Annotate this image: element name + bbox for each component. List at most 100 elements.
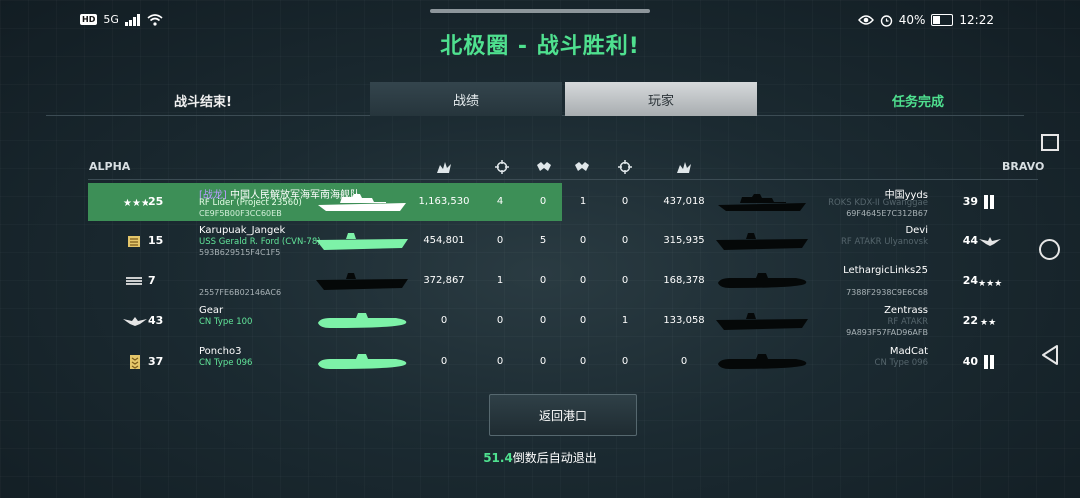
right-ship-name: RF ATAKR Ulyanovsk [841, 237, 928, 247]
left-ship-name: USS Gerald R. Ford (CVN-78) [199, 237, 321, 247]
status-left: HD 5G [80, 13, 163, 26]
tab-bar: 战斗结束! 战绩 玩家 任务完成 [46, 82, 1024, 116]
back-button[interactable] [1040, 344, 1060, 366]
return-to-port-button[interactable]: 返回港口 [489, 394, 637, 436]
left-player-id: 2557FE6B02146AC6 [199, 288, 282, 297]
right-ship-name: ROKS KDX-II Gwanggae [828, 198, 928, 208]
right-level: 39 [962, 195, 978, 208]
player-row[interactable]: 7 2557FE6B02146AC6 372,867 1 0 0 0 168,3… [88, 262, 1038, 300]
defense-crosshair-icon [618, 160, 632, 174]
stat-defense: 0 [621, 356, 629, 367]
mission-complete-label: 任务完成 [891, 95, 944, 110]
damage-icon [437, 162, 451, 173]
left-damage: 0 [440, 315, 448, 326]
left-ship-silhouette [316, 191, 408, 213]
right-player-id: 9A893F57FAD96AFB [846, 328, 928, 337]
left-player-name: Gear [199, 305, 224, 316]
right-ship-silhouette [716, 270, 808, 292]
left-damage: 372,867 [423, 275, 465, 286]
right-ship-silhouette [716, 191, 808, 213]
right-ship-silhouette [716, 351, 808, 373]
stat-assists: 0 [539, 275, 547, 286]
hd-badge: HD [80, 14, 98, 25]
player-row[interactable]: 15 Karupuak_Jangek USS Gerald R. Ford (C… [88, 222, 1038, 260]
rank-stars-icon: ★★★ [978, 279, 1002, 289]
svg-text:★★: ★★ [980, 318, 996, 328]
right-level: 22 [962, 314, 978, 327]
stat-kills: 4 [496, 196, 504, 207]
stat-kills: 0 [496, 235, 504, 246]
left-ship-name: CN Type 096 [199, 358, 253, 368]
header-divider [88, 179, 1038, 180]
stat-defense: 0 [621, 196, 629, 207]
right-player-name: LethargicLinks25 [843, 265, 928, 276]
capture-icon [575, 162, 589, 171]
page-title: 北极圈 - 战斗胜利! [440, 34, 640, 59]
rank-stars-icon: ★★★ [123, 198, 148, 209]
stat-kills: 0 [496, 356, 504, 367]
left-player-name: Poncho3 [199, 346, 242, 357]
left-ship-name: CN Type 100 [199, 317, 253, 327]
right-ship-name: CN Type 096 [874, 358, 928, 368]
left-ship-silhouette [316, 230, 408, 252]
signal-icon [124, 13, 140, 26]
right-damage: 437,018 [663, 196, 705, 207]
recents-button[interactable] [1041, 134, 1059, 151]
stat-assists: 0 [539, 196, 547, 207]
left-ship-silhouette [316, 270, 408, 292]
rank-bars-icon [984, 195, 994, 209]
left-damage: 0 [440, 356, 448, 367]
countdown-seconds: 51.4 [483, 451, 513, 465]
stat-defense: 0 [621, 235, 629, 246]
player-row[interactable]: 37 Poncho3 CN Type 096 0 0 0 0 0 0 MadCa… [88, 343, 1038, 381]
rank-chevron-icon [128, 236, 140, 247]
tab-players[interactable]: 玩家 [565, 82, 757, 116]
right-player-id: 7388F2938C9E6C68 [846, 288, 928, 297]
right-level: 40 [962, 355, 978, 368]
right-player-name: Devi [905, 225, 928, 236]
left-ship-silhouette [316, 310, 408, 332]
left-level: 37 [148, 355, 164, 368]
right-ship-name: RF ATAKR [887, 317, 928, 327]
stat-kills: 0 [496, 315, 504, 326]
countdown-text: 倒数后自动退出 [512, 451, 597, 465]
stat-captures: 0 [579, 356, 587, 367]
stat-defense: 1 [621, 315, 629, 326]
battle-over-label: 战斗结束! [174, 95, 232, 110]
team-alpha-label: ALPHA [89, 160, 131, 173]
auto-exit-countdown: 51.4倒数后自动退出 [0, 449, 1080, 466]
left-ship-silhouette [316, 351, 408, 373]
player-row[interactable]: 43 Gear CN Type 100 0 0 0 0 1 133,058 Ze… [88, 302, 1038, 340]
right-ship-silhouette [716, 230, 808, 252]
battery-icon [931, 14, 954, 26]
right-damage: 315,935 [663, 235, 705, 246]
stat-defense: 0 [621, 275, 629, 286]
rank-bars-icon [984, 355, 994, 369]
right-player-name: MadCat [889, 346, 928, 357]
clock: 12:22 [959, 13, 994, 27]
right-level: 44 [962, 234, 978, 247]
right-player-id: 69F4645E7C312B67 [846, 209, 928, 218]
right-player-name: Zentrass [884, 305, 928, 316]
damage-taken-icon [677, 162, 691, 173]
right-damage: 0 [680, 356, 688, 367]
rank-chevron-icon [130, 355, 140, 369]
left-player-id: CE9F5B00F3CC60EB [199, 209, 282, 218]
stat-assists: 5 [539, 235, 547, 246]
system-nav-bar [1026, 0, 1080, 498]
wifi-icon [147, 13, 163, 26]
stat-assists: 0 [539, 356, 547, 367]
rank-wings-icon [979, 237, 1001, 246]
gesture-pill [430, 9, 650, 13]
rank-wings-icon [123, 317, 147, 326]
tab-stats[interactable]: 战绩 [370, 82, 562, 116]
home-button[interactable] [1039, 239, 1060, 260]
network-type: 5G [103, 13, 119, 26]
svg-text:★★★: ★★★ [123, 198, 148, 209]
left-level: 7 [148, 274, 156, 287]
assist-icon [537, 162, 551, 171]
player-row[interactable]: ★★★ 25 [战龙] 中国人民解放军海军南海舰队 RF Lider (Proj… [88, 183, 1038, 221]
svg-text:★★★: ★★★ [978, 279, 1002, 289]
right-level: 24 [962, 274, 978, 287]
left-player-id: 593B629515F4C1F5 [199, 248, 281, 257]
